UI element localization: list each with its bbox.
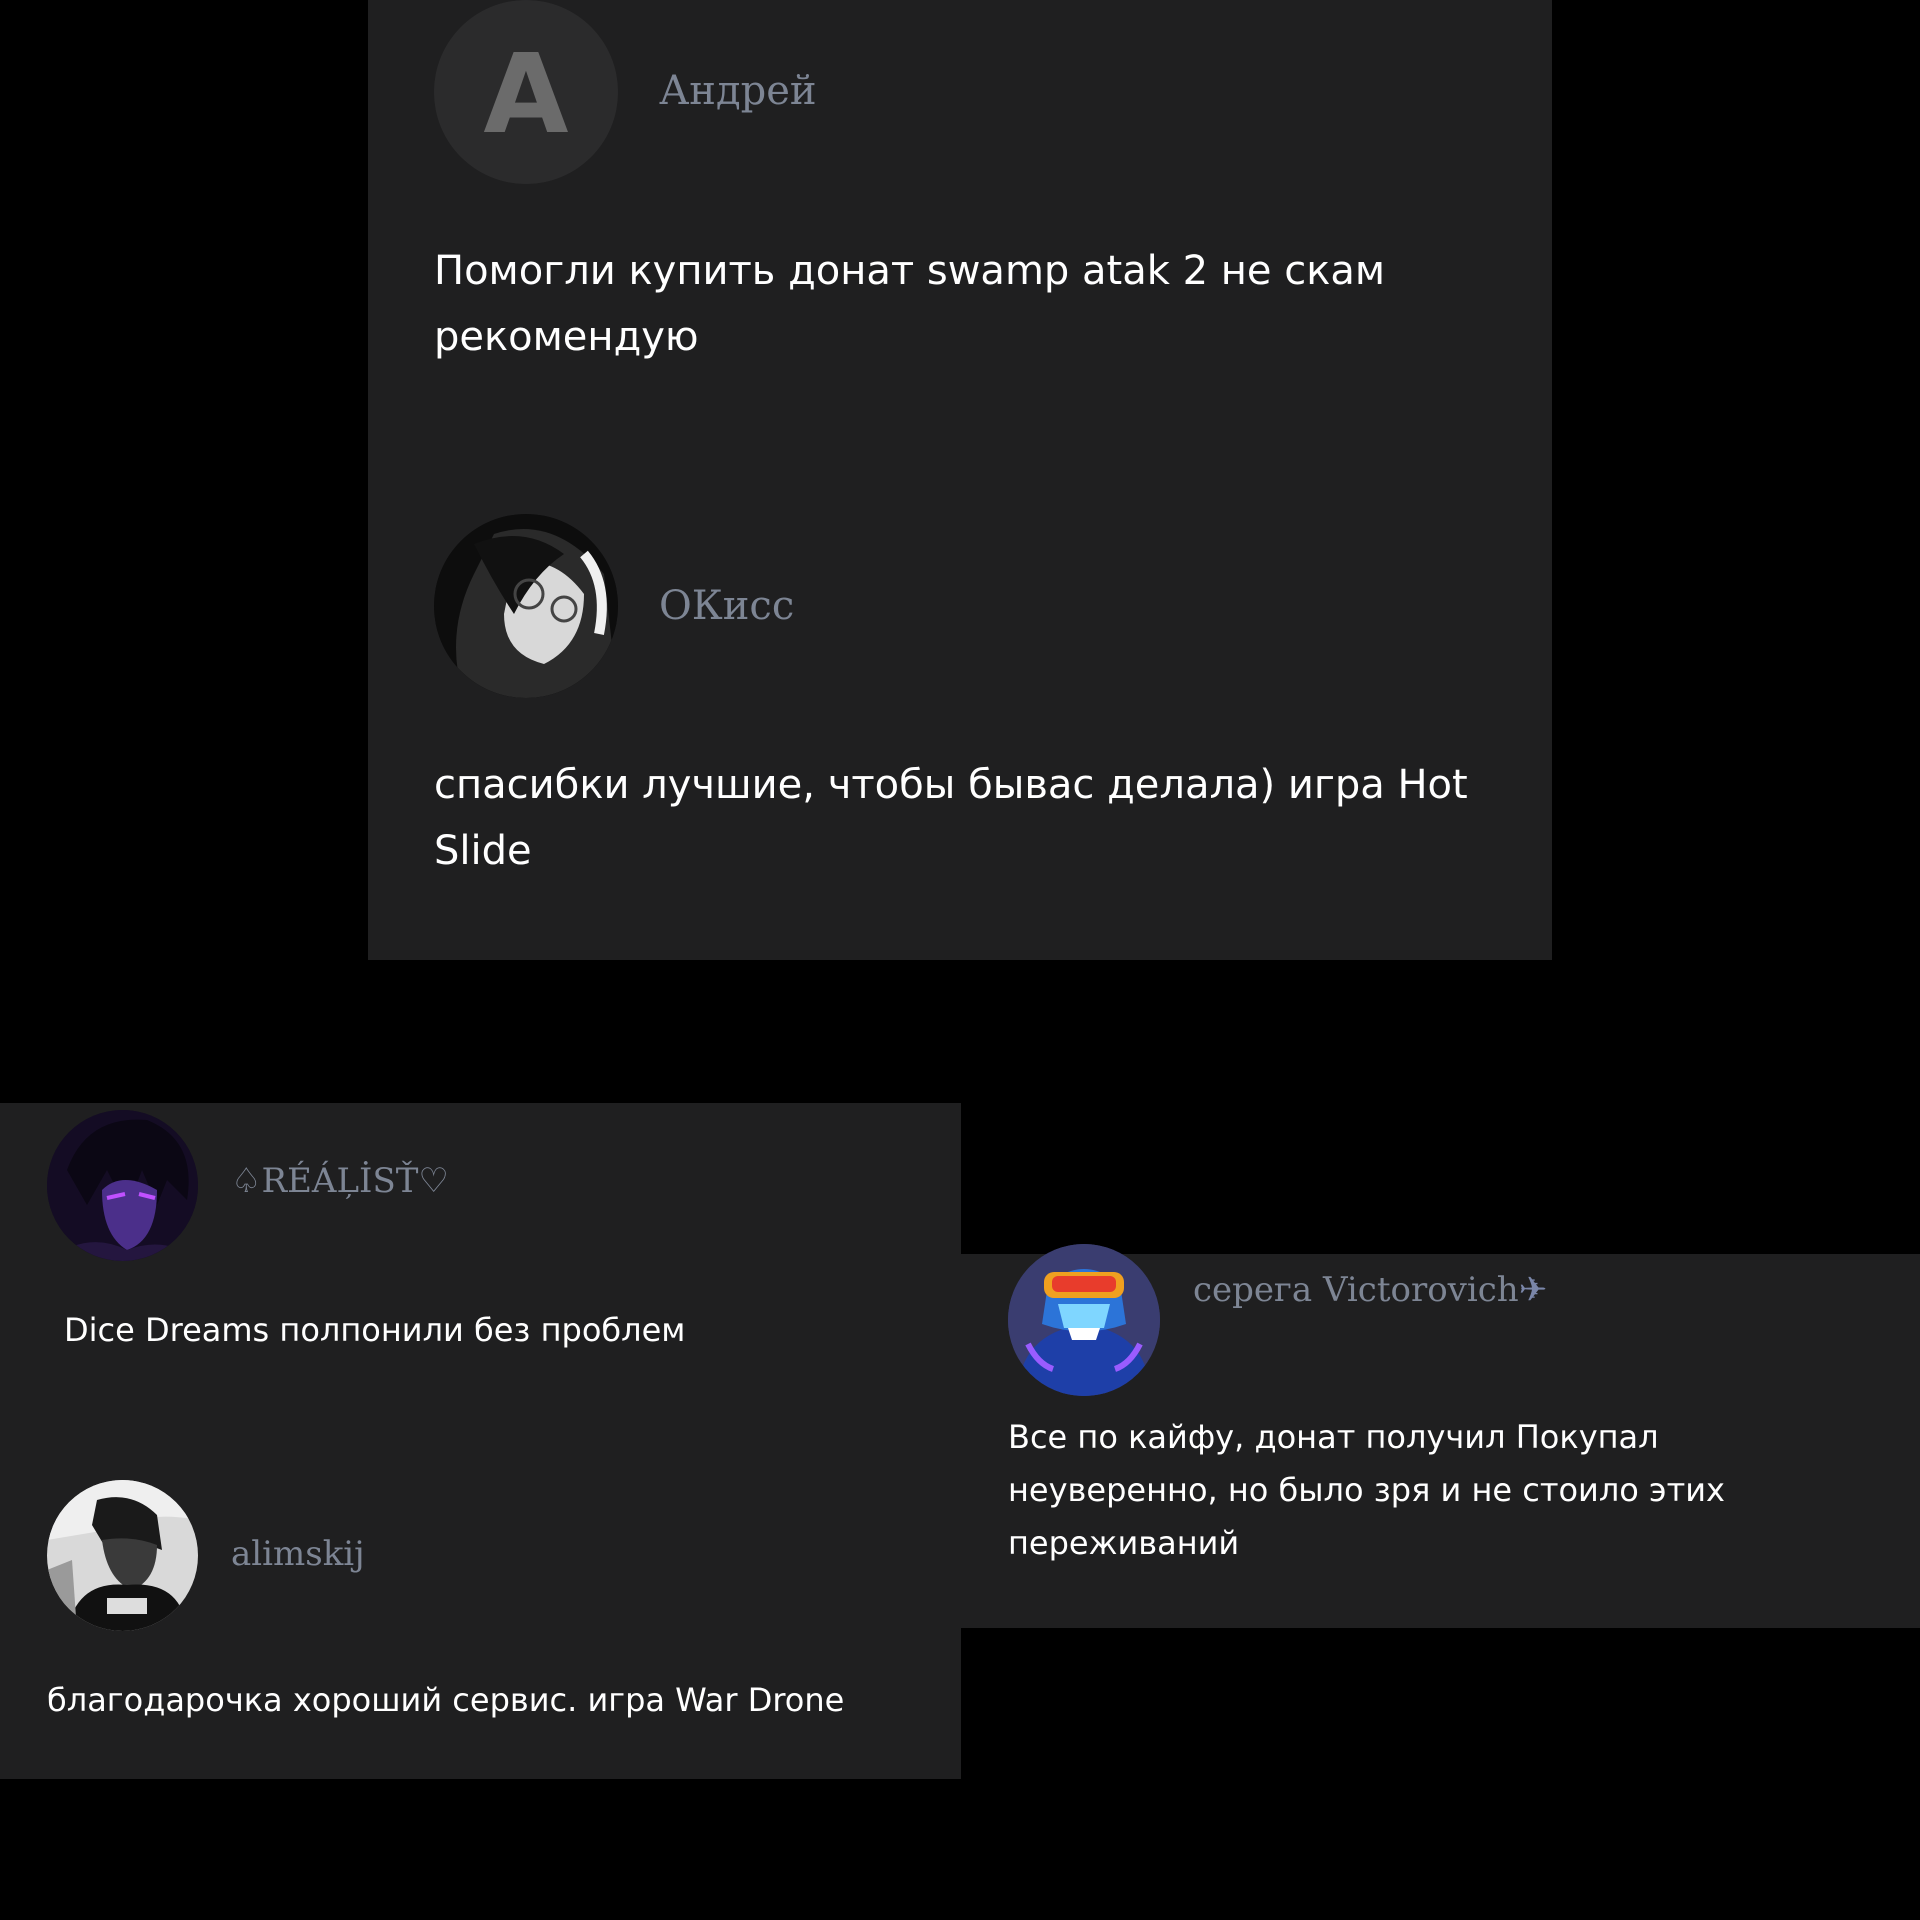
review-card: ОКисс спасибки лучшие, чтобы бывас делал… xyxy=(368,0,1552,960)
airplane-icon: ✈ xyxy=(1518,1270,1548,1310)
review-text: Все по кайфу, донат получил Покупал неув… xyxy=(1008,1418,1725,1562)
profile-photo-icon xyxy=(434,514,618,698)
reviews-panel-left: ♤RÉÁĻİSŤ♡ Dice Dreams полпонили без проб… xyxy=(0,1103,961,1779)
avatar[interactable] xyxy=(434,514,618,698)
review-card: alimskij благодарочка хороший сервис. иг… xyxy=(0,1103,961,1779)
review-username[interactable]: серега Victorovich✈ xyxy=(1193,1270,1547,1310)
reviews-panel-right: серега Victorovich✈ Все по кайфу, донат … xyxy=(961,1244,1920,1628)
review-text: благодарочка хороший сервис. игра War Dr… xyxy=(47,1681,845,1719)
reviews-panel-top: A Андрей Помогли купить донат swamp atak… xyxy=(368,0,1552,960)
avatar[interactable] xyxy=(1008,1244,1160,1396)
review-text: спасибки лучшие, чтобы бывас делала) игр… xyxy=(434,762,1468,874)
review-username[interactable]: ОКисс xyxy=(659,583,794,629)
username-text: серега Victorovich xyxy=(1193,1270,1519,1310)
avatar[interactable] xyxy=(47,1480,198,1631)
profile-photo-icon xyxy=(47,1480,198,1631)
profile-photo-icon xyxy=(1008,1244,1160,1396)
review-card: серега Victorovich✈ Все по кайфу, донат … xyxy=(961,1244,1920,1628)
review-username[interactable]: alimskij xyxy=(231,1534,365,1574)
